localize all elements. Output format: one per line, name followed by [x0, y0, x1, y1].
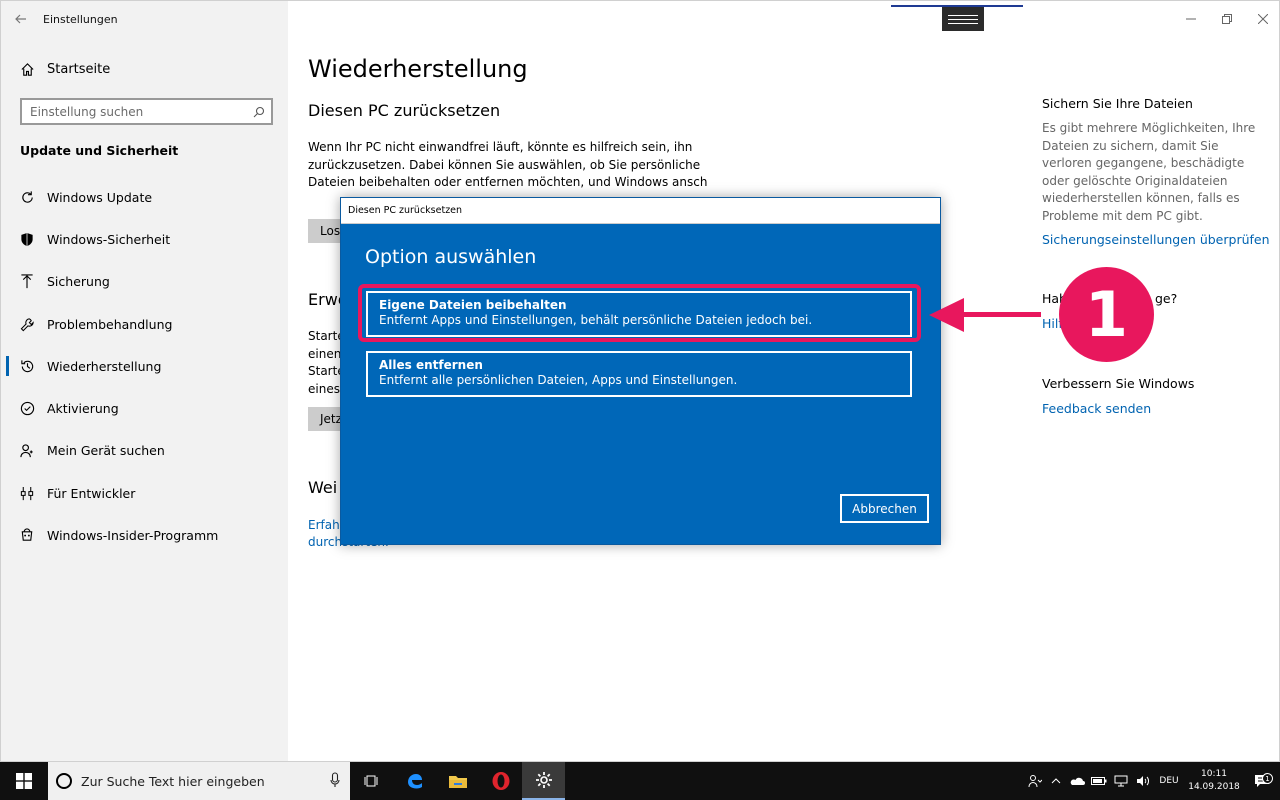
settings-search-box[interactable] — [20, 98, 273, 125]
back-arrow-icon — [15, 14, 26, 24]
sidebar-item-windows-update[interactable]: Windows Update — [1, 176, 288, 218]
cortana-icon — [56, 773, 72, 789]
taskbar-explorer-button[interactable] — [436, 762, 479, 800]
app-title: Einstellungen — [43, 12, 118, 26]
reset-pc-heading: Diesen PC zurücksetzen — [308, 101, 501, 120]
taskbar-search-placeholder: Zur Suche Text hier eingeben — [81, 773, 265, 789]
sidebar-item-label: Windows-Insider-Programm — [47, 528, 219, 544]
sidebar-item-label: Problembehandlung — [47, 316, 173, 332]
cancel-button[interactable]: Abbrechen — [840, 494, 929, 523]
sidebar-item-label: Mein Gerät suchen — [47, 443, 165, 459]
check-circle-icon — [19, 401, 35, 417]
dialog-titlebar: Diesen PC zurücksetzen — [341, 198, 940, 224]
chevron-up-icon[interactable] — [1046, 778, 1066, 784]
dialog-heading: Option auswählen — [365, 246, 537, 268]
gear-icon — [535, 772, 552, 788]
backup-heading: Sichern Sie Ihre Dateien — [1042, 96, 1193, 111]
taskbar: Zur Suche Text hier eingeben DEU 10:11 1… — [0, 762, 1280, 800]
onedrive-icon[interactable] — [1066, 776, 1088, 786]
settings-window: Einstellungen Startseite Update und Sich… — [0, 0, 1280, 762]
sidebar-item-label: Sicherung — [47, 274, 110, 290]
clock-date: 14.09.2018 — [1188, 782, 1240, 792]
opera-icon — [492, 772, 509, 790]
sidebar-item-label: Wiederherstellung — [47, 358, 162, 374]
more-options-heading: Wei — [308, 478, 338, 497]
sidebar: Einstellungen Startseite Update und Sich… — [1, 1, 288, 761]
option-title: Alles entfernen — [379, 358, 483, 372]
annotation-arrow-line — [951, 312, 1041, 317]
feedback-link[interactable]: Feedback senden — [1042, 401, 1151, 416]
sidebar-item-label: Windows Update — [47, 189, 153, 205]
windows-logo-icon — [16, 773, 32, 789]
home-icon — [19, 61, 35, 77]
minimize-icon — [1186, 18, 1196, 20]
refresh-icon — [19, 189, 35, 205]
improve-windows-heading: Verbessern Sie Windows — [1042, 376, 1195, 391]
backup-settings-link[interactable]: Sicherungseinstellungen überprüfen — [1042, 232, 1270, 247]
backup-description: Es gibt mehrere Möglichkeiten, Ihre Date… — [1042, 121, 1256, 223]
person-pin-icon — [19, 443, 35, 459]
sidebar-item-windows-security[interactable]: Windows-Sicherheit — [1, 218, 288, 260]
start-button[interactable] — [0, 762, 48, 800]
folder-icon — [448, 776, 467, 788]
volume-icon[interactable] — [1132, 775, 1154, 787]
taskbar-settings-button[interactable] — [522, 762, 565, 800]
sidebar-nav: Windows Update Windows-Sicherheit Sicher… — [1, 176, 288, 557]
sidebar-item-troubleshoot[interactable]: Problembehandlung — [1, 303, 288, 345]
back-button[interactable] — [1, 1, 41, 37]
microphone-icon[interactable] — [330, 772, 340, 792]
titlebar: Einstellungen — [1, 1, 288, 37]
tablet-drag-handle[interactable] — [942, 7, 984, 31]
sidebar-item-insider[interactable]: Windows-Insider-Programm — [1, 514, 288, 556]
notification-count-badge: 1 — [1262, 773, 1273, 784]
sidebar-item-label: Startseite — [47, 61, 111, 77]
sidebar-section-heading: Update und Sicherheit — [20, 143, 179, 158]
window-controls — [1173, 1, 1279, 37]
highlight-frame — [358, 284, 921, 342]
input-language[interactable]: DEU — [1154, 776, 1184, 786]
settings-search-input[interactable] — [30, 104, 247, 119]
restore-icon — [1222, 14, 1232, 24]
annotation-step-badge: 1 — [1059, 267, 1154, 362]
shield-icon — [19, 231, 35, 247]
history-icon — [19, 358, 35, 374]
remove-everything-option[interactable]: Alles entfernen Entfernt alle persönlich… — [366, 351, 912, 397]
taskbar-opera-button[interactable] — [479, 762, 522, 800]
clock-time: 10:11 — [1201, 769, 1227, 779]
upload-arrow-icon — [19, 274, 35, 290]
insider-icon — [19, 528, 35, 544]
sidebar-item-find-device[interactable]: Mein Gerät suchen — [1, 430, 288, 472]
close-button[interactable] — [1245, 1, 1279, 37]
sidebar-item-activation[interactable]: Aktivierung — [1, 387, 288, 429]
developer-icon — [19, 485, 35, 501]
page-title: Wiederherstellung — [308, 55, 528, 83]
question-heading-end: ge? — [1155, 291, 1178, 306]
close-icon — [1258, 14, 1268, 24]
sidebar-item-home[interactable]: Startseite — [1, 53, 288, 85]
wrench-icon — [19, 316, 35, 332]
task-view-icon — [364, 775, 377, 787]
sidebar-item-backup[interactable]: Sicherung — [1, 261, 288, 303]
task-view-button[interactable] — [350, 762, 393, 800]
sidebar-item-label: Für Entwickler — [47, 485, 136, 501]
action-center-button[interactable]: 1 — [1244, 773, 1280, 789]
minimize-button[interactable] — [1173, 1, 1209, 37]
option-description: Entfernt alle persönlichen Dateien, Apps… — [379, 373, 738, 387]
taskbar-clock[interactable]: 10:11 14.09.2018 — [1184, 768, 1244, 794]
restore-button[interactable] — [1209, 1, 1245, 37]
edge-icon — [407, 774, 422, 789]
system-tray: DEU 10:11 14.09.2018 1 — [1024, 762, 1280, 800]
sidebar-item-label: Aktivierung — [47, 401, 119, 417]
sidebar-item-label: Windows-Sicherheit — [47, 231, 171, 247]
search-icon[interactable] — [247, 106, 271, 118]
taskbar-edge-button[interactable] — [393, 762, 436, 800]
taskbar-search-box[interactable]: Zur Suche Text hier eingeben — [48, 762, 350, 800]
battery-icon[interactable] — [1088, 776, 1110, 786]
sidebar-item-developers[interactable]: Für Entwickler — [1, 472, 288, 514]
network-icon[interactable] — [1110, 775, 1132, 787]
sidebar-item-recovery[interactable]: Wiederherstellung — [1, 345, 288, 387]
people-icon[interactable] — [1024, 774, 1046, 788]
reset-pc-description: Wenn Ihr PC nicht einwandfrei läuft, kön… — [308, 140, 708, 189]
reset-pc-dialog: Diesen PC zurücksetzen Option auswählen … — [340, 197, 941, 545]
